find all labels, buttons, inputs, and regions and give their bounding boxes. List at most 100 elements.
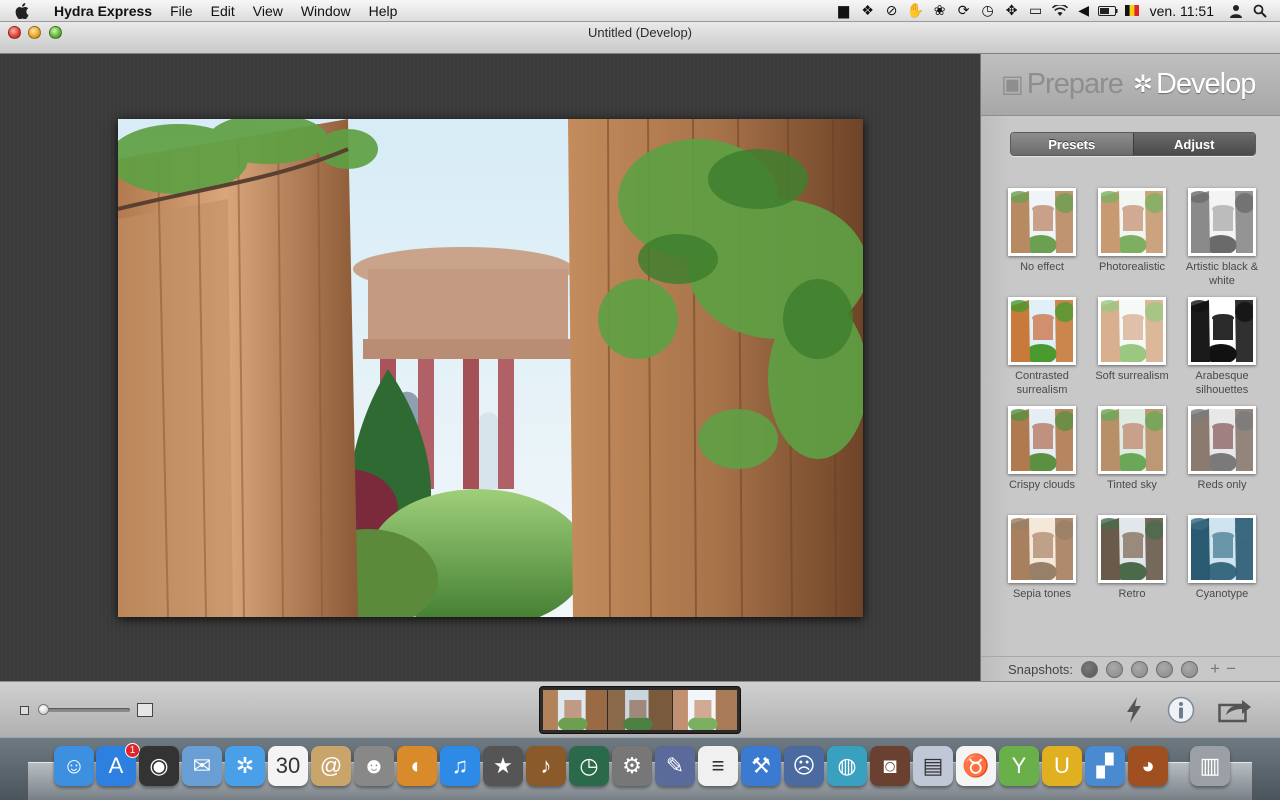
snapshot-slot[interactable]: [1081, 660, 1099, 678]
xcode-icon[interactable]: ⚒: [741, 746, 781, 786]
app-store-icon[interactable]: A1: [96, 743, 140, 786]
share-icon[interactable]: [1218, 694, 1252, 726]
preset-no-effect[interactable]: No effect: [997, 188, 1087, 274]
textedit-icon[interactable]: ≡: [698, 746, 738, 786]
preset-contrasted-surrealism[interactable]: Contrasted surrealism: [997, 297, 1087, 397]
snapshot-slot[interactable]: [1131, 660, 1149, 678]
calendar-icon[interactable]: 30: [268, 746, 308, 786]
move-icon[interactable]: ✥: [1000, 0, 1024, 22]
paw-icon[interactable]: ❀: [928, 0, 952, 22]
block-icon[interactable]: ⊘: [880, 0, 904, 22]
preset-thumbnail[interactable]: [1098, 297, 1166, 365]
preset-cyanotype[interactable]: Cyanotype: [1177, 515, 1267, 601]
snapshot-slot[interactable]: [1106, 660, 1124, 678]
dropbox-icon[interactable]: ❖: [856, 0, 880, 22]
time-machine-icon[interactable]: ◷: [976, 0, 1000, 22]
menu-edit[interactable]: Edit: [202, 3, 244, 19]
preset-soft-surrealism[interactable]: Soft surrealism: [1087, 297, 1177, 383]
zoom-out-icon[interactable]: [20, 706, 29, 715]
preset-retro[interactable]: Retro: [1087, 515, 1177, 601]
film-frame[interactable]: [543, 690, 607, 730]
menu-window[interactable]: Window: [292, 3, 360, 19]
cocktail-icon[interactable]: Y: [999, 746, 1039, 786]
menu-help[interactable]: Help: [360, 3, 407, 19]
camera-app-icon[interactable]: ◙: [870, 746, 910, 786]
iphoto-icon[interactable]: ◐: [397, 746, 437, 786]
preset-tinted-sky[interactable]: Tinted sky: [1087, 406, 1177, 492]
preset-reds-only[interactable]: Reds only: [1177, 406, 1267, 492]
zoom-window-button[interactable]: [49, 26, 62, 39]
menu-file[interactable]: File: [161, 3, 202, 19]
mail-icon[interactable]: ✉: [182, 746, 222, 786]
magnet-icon[interactable]: U: [1042, 746, 1082, 786]
globe-app-icon[interactable]: ◍: [827, 746, 867, 786]
menu-view[interactable]: View: [244, 3, 292, 19]
imovie-icon[interactable]: ★: [483, 746, 523, 786]
film-frame[interactable]: [673, 690, 737, 730]
prepare-mode-button[interactable]: ▣ Prepare: [1001, 68, 1124, 101]
cow-app-icon[interactable]: ♉: [956, 746, 996, 786]
preset-thumbnail[interactable]: [1188, 188, 1256, 256]
add-snapshot-button[interactable]: +: [1208, 659, 1222, 679]
trash-icon[interactable]: ▥: [1190, 746, 1230, 786]
preset-thumbnail[interactable]: [1008, 297, 1076, 365]
close-window-button[interactable]: [8, 26, 21, 39]
itunes-icon[interactable]: ♫: [440, 746, 480, 786]
preset-thumbnail[interactable]: [1098, 515, 1166, 583]
flag-icon[interactable]: [1120, 0, 1144, 22]
user-icon[interactable]: [1224, 0, 1248, 22]
preset-arabesque-silhouettes[interactable]: Arabesque silhouettes: [1177, 297, 1267, 397]
preset-sepia-tones[interactable]: Sepia tones: [997, 515, 1087, 601]
preset-thumbnail[interactable]: [1188, 515, 1256, 583]
zoom-slider-thumb[interactable]: [38, 704, 49, 715]
stack-icon[interactable]: ▞: [1085, 746, 1125, 786]
system-preferences-icon[interactable]: ⚙: [612, 746, 652, 786]
snapshot-slot[interactable]: [1181, 660, 1199, 678]
volume-icon[interactable]: ◀: [1072, 0, 1096, 22]
film-frame[interactable]: [608, 690, 672, 730]
battery-icon[interactable]: [1096, 0, 1120, 22]
garageband-icon[interactable]: ♪: [526, 746, 566, 786]
safari-icon[interactable]: ✲: [225, 746, 265, 786]
preset-thumbnail[interactable]: [1098, 188, 1166, 256]
main-photo[interactable]: [118, 119, 863, 617]
wifi-icon[interactable]: [1048, 0, 1072, 22]
folder-icon[interactable]: ▆: [832, 0, 856, 22]
tab-presets[interactable]: Presets: [1011, 133, 1133, 155]
hand-icon[interactable]: ✋: [904, 0, 928, 22]
display-icon[interactable]: ▭: [1024, 0, 1048, 22]
preset-thumbnail[interactable]: [1008, 515, 1076, 583]
preset-thumbnail[interactable]: [1008, 188, 1076, 256]
zoom-in-icon[interactable]: [137, 703, 153, 717]
lightning-icon[interactable]: [1118, 694, 1150, 726]
snapshot-slot[interactable]: [1156, 660, 1174, 678]
spotlight-icon[interactable]: [1248, 0, 1272, 22]
apple-logo-icon[interactable]: [0, 2, 44, 19]
zoom-slider[interactable]: [38, 708, 130, 712]
develop-mode-button[interactable]: ✲ Develop: [1133, 68, 1257, 101]
filmstrip[interactable]: [539, 686, 741, 734]
preset-thumbnail[interactable]: [1188, 297, 1256, 365]
menubar-clock[interactable]: ven. 11:51: [1144, 3, 1224, 19]
minimize-window-button[interactable]: [28, 26, 41, 39]
dashboard-icon[interactable]: ◉: [139, 746, 179, 786]
photo-booth-icon[interactable]: ☻: [354, 746, 394, 786]
finder-icon[interactable]: ☺: [54, 746, 94, 786]
remove-snapshot-button[interactable]: −: [1224, 659, 1238, 679]
app-name-menu[interactable]: Hydra Express: [44, 3, 161, 19]
face-app-icon[interactable]: ☹: [784, 746, 824, 786]
image-capture-icon[interactable]: ▤: [913, 746, 953, 786]
info-icon[interactable]: [1165, 694, 1197, 726]
preset-thumbnail[interactable]: [1188, 406, 1256, 474]
script-editor-icon[interactable]: ✎: [655, 746, 695, 786]
hydra-icon[interactable]: ◕: [1128, 746, 1168, 786]
tab-adjust[interactable]: Adjust: [1132, 133, 1255, 155]
sync-icon[interactable]: ⟳: [952, 0, 976, 22]
preset-crispy-clouds[interactable]: Crispy clouds: [997, 406, 1087, 492]
preset-thumbnail[interactable]: [1098, 406, 1166, 474]
preset-thumbnail[interactable]: [1008, 406, 1076, 474]
address-book-icon[interactable]: @: [311, 746, 351, 786]
preset-photorealistic[interactable]: Photorealistic: [1087, 188, 1177, 274]
preset-artistic-black-white[interactable]: Artistic black & white: [1177, 188, 1267, 288]
time-machine-icon[interactable]: ◷: [569, 746, 609, 786]
